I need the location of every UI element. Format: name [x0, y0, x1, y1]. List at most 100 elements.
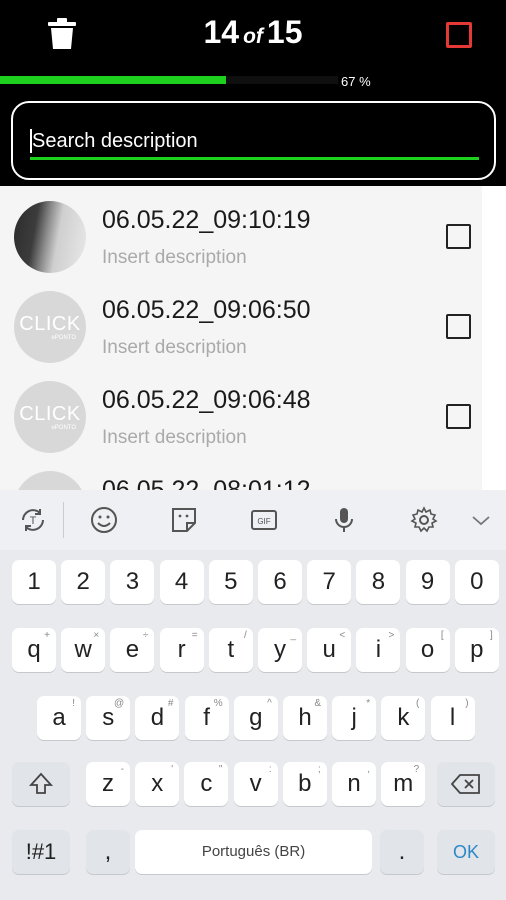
key-b[interactable]: b;	[282, 762, 327, 806]
list-item[interactable]: 06.05.22_09:10:19 Insert description	[0, 192, 482, 282]
key-o[interactable]: o[	[405, 628, 450, 672]
search-input[interactable]: Search description	[32, 130, 198, 153]
svg-text:T: T	[30, 515, 37, 527]
key-k-label: k	[397, 704, 410, 731]
key-w[interactable]: w ×	[61, 628, 106, 672]
key-hint: @	[114, 698, 125, 709]
key-y[interactable]: y _	[258, 628, 302, 672]
key-1[interactable]: 1	[12, 560, 56, 604]
key-c-label: c	[200, 770, 213, 797]
key-0[interactable]: 0	[454, 560, 499, 604]
symbols-key-label: !#1	[25, 839, 57, 864]
item-checkbox[interactable]	[446, 314, 471, 339]
key-e[interactable]: e ÷	[110, 628, 155, 672]
key-7[interactable]: 7	[307, 560, 352, 604]
microphone-icon[interactable]	[329, 505, 359, 535]
list-item[interactable]: CLICK ePONTO 06.05.22_09:06:50 Insert descr…	[0, 282, 482, 372]
key-i[interactable]: i >	[356, 628, 401, 672]
thumbnail[interactable]: CLICKePONTO	[14, 291, 86, 363]
thumbnail[interactable]: CLICKePONTO	[14, 471, 86, 490]
key-g[interactable]: g ^	[233, 696, 278, 740]
key-d-label: d	[150, 704, 165, 731]
key-j-label: j	[351, 704, 357, 731]
key-9[interactable]: 9	[405, 560, 450, 604]
period-key[interactable]: .	[380, 830, 424, 874]
item-title: 06.05.22_09:06:50	[102, 296, 311, 324]
list-item[interactable]: CLICK ePONTO 06.05.22_09:06:48 Insert descr…	[0, 372, 482, 462]
key-3[interactable]: 3	[110, 560, 155, 604]
key-hint: )	[465, 698, 469, 709]
photo-list: 06.05.22_09:10:19 Insert description CLICK…	[0, 186, 506, 490]
key-q[interactable]: q +	[12, 628, 56, 672]
key-5-label: 5	[224, 568, 238, 595]
key-j[interactable]: j *	[332, 696, 377, 740]
key-hint: '	[171, 764, 174, 775]
key-d[interactable]: d #	[135, 696, 180, 740]
emoji-icon[interactable]	[89, 505, 119, 535]
shift-key[interactable]	[12, 762, 70, 806]
gif-icon[interactable]: GIF	[249, 505, 279, 535]
settings-icon[interactable]	[409, 505, 439, 535]
photo-thumbnail[interactable]	[14, 201, 86, 273]
key-u[interactable]: u <	[307, 628, 352, 672]
key-t[interactable]: t /	[208, 628, 253, 672]
counter-total: 15	[266, 14, 303, 50]
key-3-label: 3	[125, 568, 140, 595]
key-f[interactable]: f%	[184, 696, 229, 740]
symbols-key[interactable]: !#1	[12, 830, 70, 874]
key-p[interactable]: p]	[454, 628, 499, 672]
key-hint: _	[290, 630, 296, 641]
key-2[interactable]: 2	[61, 560, 106, 604]
backspace-key[interactable]	[437, 762, 495, 806]
key-h[interactable]: h &	[283, 696, 327, 740]
progress-fill	[0, 76, 227, 84]
svg-text:GIF: GIF	[257, 517, 270, 526]
key-2-label: 2	[76, 568, 90, 595]
key-v[interactable]: v:	[233, 762, 278, 806]
key-m[interactable]: m?	[381, 762, 426, 806]
item-title: 06.05.22_09:10:19	[102, 206, 311, 234]
collapse-icon[interactable]	[466, 505, 496, 535]
key-9-label: 9	[420, 568, 435, 595]
key-8[interactable]: 8	[356, 560, 401, 604]
key-hint: "	[218, 764, 223, 775]
key-hint: ]	[490, 630, 493, 641]
key-y-label: y	[274, 636, 286, 663]
ok-key[interactable]: OK	[437, 830, 495, 874]
item-checkbox[interactable]	[446, 404, 471, 429]
key-4[interactable]: 4	[159, 560, 204, 604]
item-description[interactable]: Insert description	[102, 337, 247, 359]
key-hint: /	[244, 630, 247, 641]
key-8-label: 8	[371, 568, 386, 595]
search-box[interactable]: Search description	[11, 101, 496, 180]
key-s[interactable]: s @	[86, 696, 131, 740]
click-logo: CLICK	[19, 313, 81, 335]
key-k[interactable]: k(	[381, 696, 426, 740]
item-description[interactable]: Insert description	[102, 427, 247, 449]
space-key-label: Português (BR)	[201, 843, 306, 860]
search-underline	[30, 157, 479, 160]
key-a[interactable]: a!	[37, 696, 81, 740]
text-cursor-icon[interactable]: T	[18, 505, 48, 535]
comma-key[interactable]: ,	[86, 830, 130, 874]
key-6[interactable]: 6	[258, 560, 302, 604]
key-r-label: r	[177, 636, 186, 663]
select-all-checkbox[interactable]	[446, 22, 472, 48]
key-l[interactable]: l)	[430, 696, 475, 740]
key-5[interactable]: 5	[208, 560, 253, 604]
key-n[interactable]: n,	[332, 762, 376, 806]
key-z[interactable]: z-	[86, 762, 130, 806]
top-bar: 14 of 15 67 % Search description	[0, 0, 506, 186]
thumbnail[interactable]: CLICKePONTO	[14, 381, 86, 453]
key-hint: -	[120, 764, 124, 775]
sticker-icon[interactable]	[169, 505, 199, 535]
item-description[interactable]: Insert description	[102, 247, 247, 269]
key-c[interactable]: c "	[184, 762, 229, 806]
key-x[interactable]: x '	[135, 762, 180, 806]
list-item[interactable]: CLICKePONTO 06.05.22_08:01:12	[0, 462, 482, 490]
key-0-label: 0	[470, 568, 484, 595]
key-w-label: w	[74, 636, 92, 663]
space-key[interactable]: Português (BR)	[135, 830, 372, 874]
key-r[interactable]: r =	[159, 628, 204, 672]
item-checkbox[interactable]	[446, 224, 471, 249]
